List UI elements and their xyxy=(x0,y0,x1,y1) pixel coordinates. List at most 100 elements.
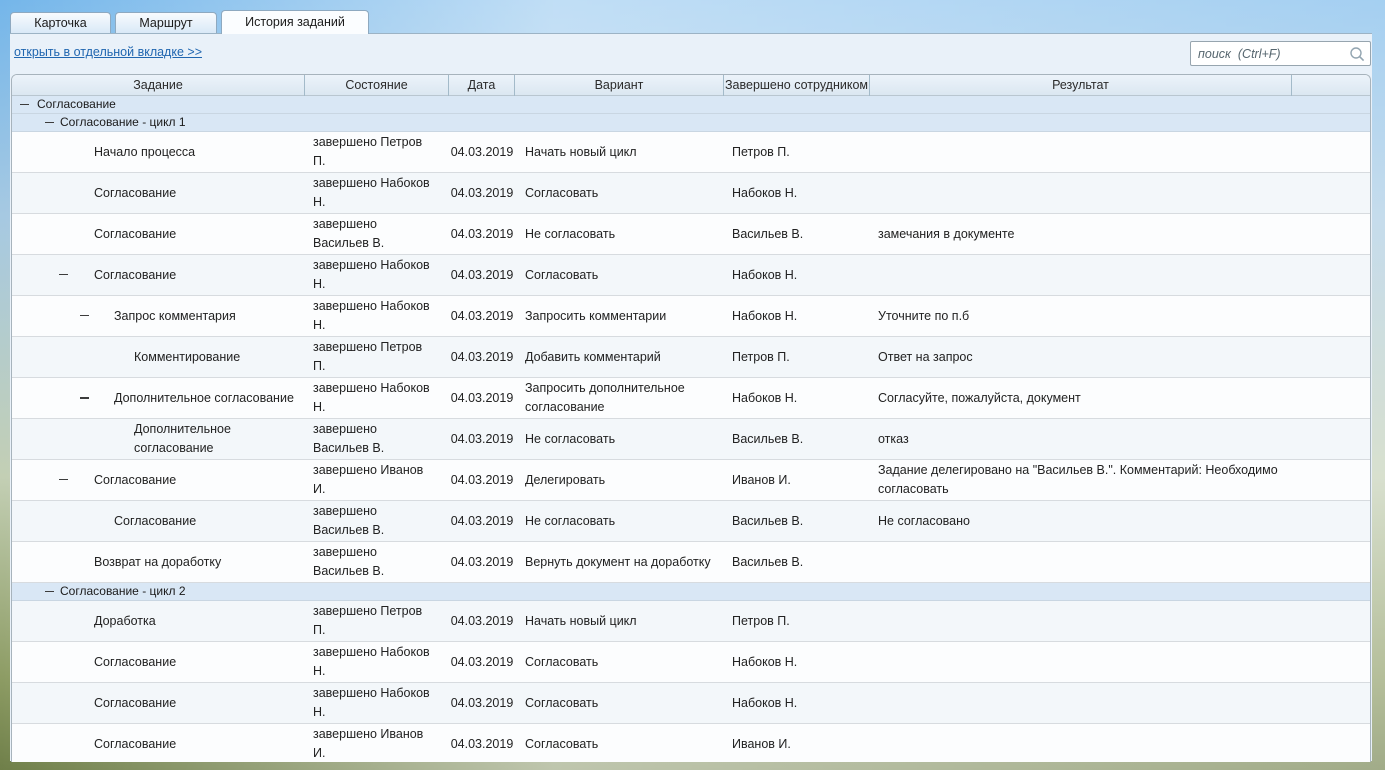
state-cell: завершено Петров П. xyxy=(305,337,449,377)
table-row[interactable]: Согласованиезавершено Иванов И.04.03.201… xyxy=(12,460,1370,501)
date-cell: 04.03.2019 xyxy=(449,652,515,673)
state-cell: завершено Набоков Н. xyxy=(305,683,449,723)
employee-cell: Набоков Н. xyxy=(724,652,870,673)
collapse-icon[interactable] xyxy=(80,315,89,316)
table-row[interactable]: Доработказавершено Петров П.04.03.2019На… xyxy=(12,601,1370,642)
group-label: Согласование xyxy=(12,96,116,113)
task-cell: Согласование xyxy=(12,224,305,245)
group-row[interactable]: Согласование xyxy=(12,96,1370,114)
column-header[interactable]: Задание xyxy=(12,75,305,96)
column-header[interactable]: Состояние xyxy=(305,75,449,96)
tab-istoriya-zadaniy[interactable]: История заданий xyxy=(221,10,369,34)
open-in-separate-tab-link[interactable]: открыть в отдельной вкладке >> xyxy=(14,45,202,59)
task-cell: Согласование xyxy=(12,693,305,714)
date-cell: 04.03.2019 xyxy=(449,693,515,714)
task-cell: Согласование xyxy=(12,734,305,755)
table-row[interactable]: Возврат на доработкузавершено Васильев В… xyxy=(12,542,1370,583)
table-row[interactable]: Согласованиезавершено Набоков Н.04.03.20… xyxy=(12,642,1370,683)
state-cell: завершено Петров П. xyxy=(305,601,449,641)
search-box xyxy=(1190,41,1371,66)
variant-cell: Согласовать xyxy=(515,183,724,204)
employee-cell: Набоков Н. xyxy=(724,183,870,204)
collapse-icon[interactable] xyxy=(20,104,29,105)
table-row[interactable]: Согласованиезавершено Васильев В.04.03.2… xyxy=(12,214,1370,255)
collapse-icon[interactable] xyxy=(45,591,54,592)
date-cell: 04.03.2019 xyxy=(449,347,515,368)
employee-cell: Иванов И. xyxy=(724,734,870,755)
employee-cell: Набоков Н. xyxy=(724,693,870,714)
variant-cell: Согласовать xyxy=(515,693,724,714)
task-cell: Возврат на доработку xyxy=(12,552,305,573)
state-cell: завершено Васильев В. xyxy=(305,501,449,541)
variant-cell: Делегировать xyxy=(515,470,724,491)
group-label: Согласование - цикл 1 xyxy=(12,114,186,131)
task-cell: Начало процесса xyxy=(12,142,305,163)
column-header[interactable]: Вариант xyxy=(515,75,724,96)
date-cell: 04.03.2019 xyxy=(449,265,515,286)
variant-cell: Запросить комментарии xyxy=(515,306,724,327)
tab-marshrut[interactable]: Маршрут xyxy=(115,12,217,33)
state-cell: завершено Набоков Н. xyxy=(305,378,449,418)
employee-cell: Васильев В. xyxy=(724,511,870,532)
state-cell: завершено Набоков Н. xyxy=(305,255,449,295)
table-row[interactable]: Дополнительное согласованиезавершено Вас… xyxy=(12,419,1370,460)
search-input[interactable] xyxy=(1198,43,1346,64)
result-cell: Согласуйте, пожалуйста, документ xyxy=(870,388,1292,409)
table-row[interactable]: Согласованиезавершено Набоков Н.04.03.20… xyxy=(12,173,1370,214)
search-icon[interactable] xyxy=(1349,46,1366,63)
column-header[interactable]: Результат xyxy=(870,75,1292,96)
employee-cell: Набоков Н. xyxy=(724,306,870,327)
result-cell: Уточните по п.б xyxy=(870,306,1292,327)
table-row[interactable]: Согласованиезавершено Иванов И.04.03.201… xyxy=(12,724,1370,762)
employee-cell: Васильев В. xyxy=(724,224,870,245)
date-cell: 04.03.2019 xyxy=(449,429,515,450)
column-header[interactable]: Завершено сотрудником xyxy=(724,75,870,96)
state-cell: завершено Набоков Н. xyxy=(305,296,449,336)
employee-cell: Петров П. xyxy=(724,142,870,163)
result-cell xyxy=(870,274,1292,276)
table-row[interactable]: Комментированиезавершено Петров П.04.03.… xyxy=(12,337,1370,378)
employee-cell: Петров П. xyxy=(724,611,870,632)
variant-cell: Добавить комментарий xyxy=(515,347,724,368)
task-cell: Доработка xyxy=(12,611,305,632)
variant-cell: Начать новый цикл xyxy=(515,142,724,163)
variant-cell: Согласовать xyxy=(515,265,724,286)
result-cell xyxy=(870,192,1292,194)
table-row[interactable]: Согласованиезавершено Набоков Н.04.03.20… xyxy=(12,683,1370,724)
app-window: Карточка Маршрут История заданий открыть… xyxy=(0,0,1385,770)
table-row[interactable]: Дополнительное согласованиезавершено Наб… xyxy=(12,378,1370,419)
employee-cell: Иванов И. xyxy=(724,470,870,491)
employee-cell: Петров П. xyxy=(724,347,870,368)
column-header[interactable]: Дата xyxy=(449,75,515,96)
date-cell: 04.03.2019 xyxy=(449,142,515,163)
table-row[interactable]: Согласованиезавершено Набоков Н.04.03.20… xyxy=(12,255,1370,296)
task-cell: Дополнительное согласование xyxy=(12,388,305,409)
state-cell: завершено Иванов И. xyxy=(305,460,449,500)
result-cell: Задание делегировано на "Васильев В.". К… xyxy=(870,460,1292,500)
task-cell: Запрос комментария xyxy=(12,306,305,327)
result-cell xyxy=(870,743,1292,745)
group-row[interactable]: Согласование - цикл 1 xyxy=(12,114,1370,132)
group-label: Согласование - цикл 2 xyxy=(12,583,186,600)
group-row[interactable]: Согласование - цикл 2 xyxy=(12,583,1370,601)
employee-cell: Набоков Н. xyxy=(724,265,870,286)
table-row[interactable]: Согласованиезавершено Васильев В.04.03.2… xyxy=(12,501,1370,542)
table-row[interactable]: Начало процессазавершено Петров П.04.03.… xyxy=(12,132,1370,173)
date-cell: 04.03.2019 xyxy=(449,511,515,532)
state-cell: завершено Иванов И. xyxy=(305,724,449,762)
toolbar: открыть в отдельной вкладке >> xyxy=(10,34,1372,74)
result-cell xyxy=(870,151,1292,153)
tab-kartochka[interactable]: Карточка xyxy=(10,12,111,33)
table-row[interactable]: Запрос комментариязавершено Набоков Н.04… xyxy=(12,296,1370,337)
collapse-icon[interactable] xyxy=(59,274,68,275)
content-panel: открыть в отдельной вкладке >> ЗаданиеСо… xyxy=(10,33,1372,761)
state-cell: завершено Васильев В. xyxy=(305,214,449,254)
collapse-icon[interactable] xyxy=(80,397,89,399)
state-cell: завершено Набоков Н. xyxy=(305,173,449,213)
collapse-icon[interactable] xyxy=(45,122,54,123)
task-cell: Комментирование xyxy=(12,347,305,368)
task-cell: Дополнительное согласование xyxy=(12,419,305,459)
date-cell: 04.03.2019 xyxy=(449,734,515,755)
collapse-icon[interactable] xyxy=(59,479,68,480)
column-header-filler xyxy=(1292,75,1370,96)
